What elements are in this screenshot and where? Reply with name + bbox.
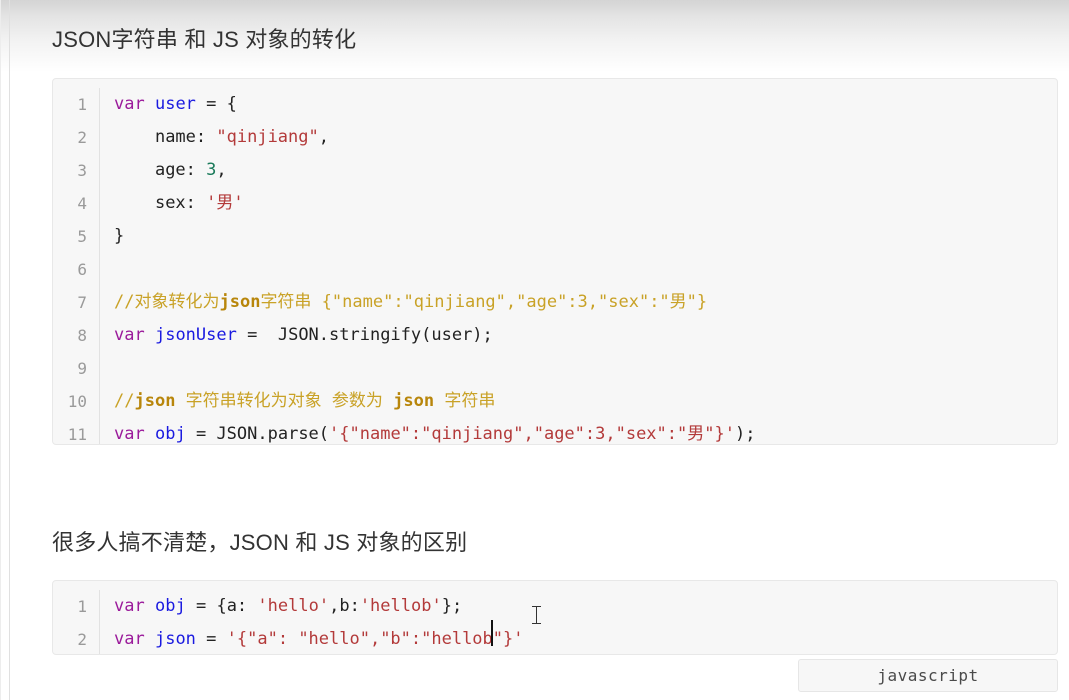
code-line[interactable]: //对象转化为json字符串 {"name":"qinjiang","age":… — [99, 286, 1057, 319]
code-row: 6 — [53, 253, 1057, 286]
line-number: 10 — [67, 392, 87, 411]
code-line[interactable]: age: 3, — [99, 154, 1057, 187]
code-rows-2: 1 var obj = {a: 'hello',b:'hellob'}; 2 v… — [53, 581, 1057, 654]
code-row: 10 //json 字符串转化为对象 参数为 json 字符串 — [53, 385, 1057, 418]
line-number: 5 — [77, 227, 87, 246]
code-row: 3 age: 3, — [53, 154, 1057, 187]
code-row: 9 — [53, 352, 1057, 385]
code-line[interactable] — [99, 352, 1057, 385]
line-number: 9 — [77, 359, 87, 378]
section-heading-1: JSON字符串 和 JS 对象的转化 — [52, 27, 357, 52]
code-row: 4 sex: '男' — [53, 187, 1057, 220]
code-line[interactable]: var user = { — [99, 88, 1057, 121]
code-row: 2 name: "qinjiang", — [53, 121, 1057, 154]
code-block-1[interactable]: 1 var user = { 2 name: "qinjiang", 3 age… — [52, 78, 1058, 445]
code-row: 5 } — [53, 220, 1057, 253]
code-line[interactable]: name: "qinjiang", — [99, 121, 1057, 154]
code-line[interactable] — [99, 253, 1057, 286]
code-line[interactable]: //json 字符串转化为对象 参数为 json 字符串 — [99, 385, 1057, 418]
code-row: 7 //对象转化为json字符串 {"name":"qinjiang","age… — [53, 286, 1057, 319]
code-row: 1 var user = { — [53, 88, 1057, 121]
article-content: JSON字符串 和 JS 对象的转化 1 var user = { 2 name… — [0, 0, 1069, 700]
code-line[interactable]: var obj = {a: 'hello',b:'hellob'}; — [99, 590, 1057, 623]
code-block-2[interactable]: 1 var obj = {a: 'hello',b:'hellob'}; 2 v… — [52, 580, 1058, 655]
language-badge-label: javascript — [877, 666, 979, 685]
line-number: 3 — [77, 161, 87, 180]
code-line[interactable]: sex: '男' — [99, 187, 1057, 220]
code-line[interactable]: var jsonUser = JSON.stringify(user); — [99, 319, 1057, 352]
code-row: 2 var json = '{"a": "hello","b":"hellob"… — [53, 623, 1057, 654]
code-rows-1: 1 var user = { 2 name: "qinjiang", 3 age… — [53, 79, 1057, 444]
code-line[interactable]: } — [99, 220, 1057, 253]
line-number: 2 — [77, 128, 87, 147]
page-root: JSON字符串 和 JS 对象的转化 1 var user = { 2 name… — [0, 0, 1069, 700]
language-badge-javascript[interactable]: javascript — [798, 659, 1058, 692]
code-row: 11 var obj = JSON.parse('{"name":"qinjia… — [53, 418, 1057, 444]
code-line[interactable]: var json = '{"a": "hello","b":"hellob"}' — [99, 623, 1057, 654]
code-row: 1 var obj = {a: 'hello',b:'hellob'}; — [53, 590, 1057, 623]
code-line[interactable]: var obj = JSON.parse('{"name":"qinjiang"… — [99, 418, 1057, 444]
line-number: 4 — [77, 194, 87, 213]
line-number: 8 — [77, 326, 87, 345]
code-row: 8 var jsonUser = JSON.stringify(user); — [53, 319, 1057, 352]
line-number: 11 — [67, 425, 87, 444]
line-number: 1 — [77, 95, 87, 114]
line-number: 1 — [77, 597, 87, 616]
section-heading-2: 很多人搞不清楚，JSON 和 JS 对象的区别 — [52, 530, 468, 555]
line-number: 6 — [77, 260, 87, 279]
line-number: 2 — [77, 630, 87, 649]
line-number: 7 — [77, 293, 87, 312]
